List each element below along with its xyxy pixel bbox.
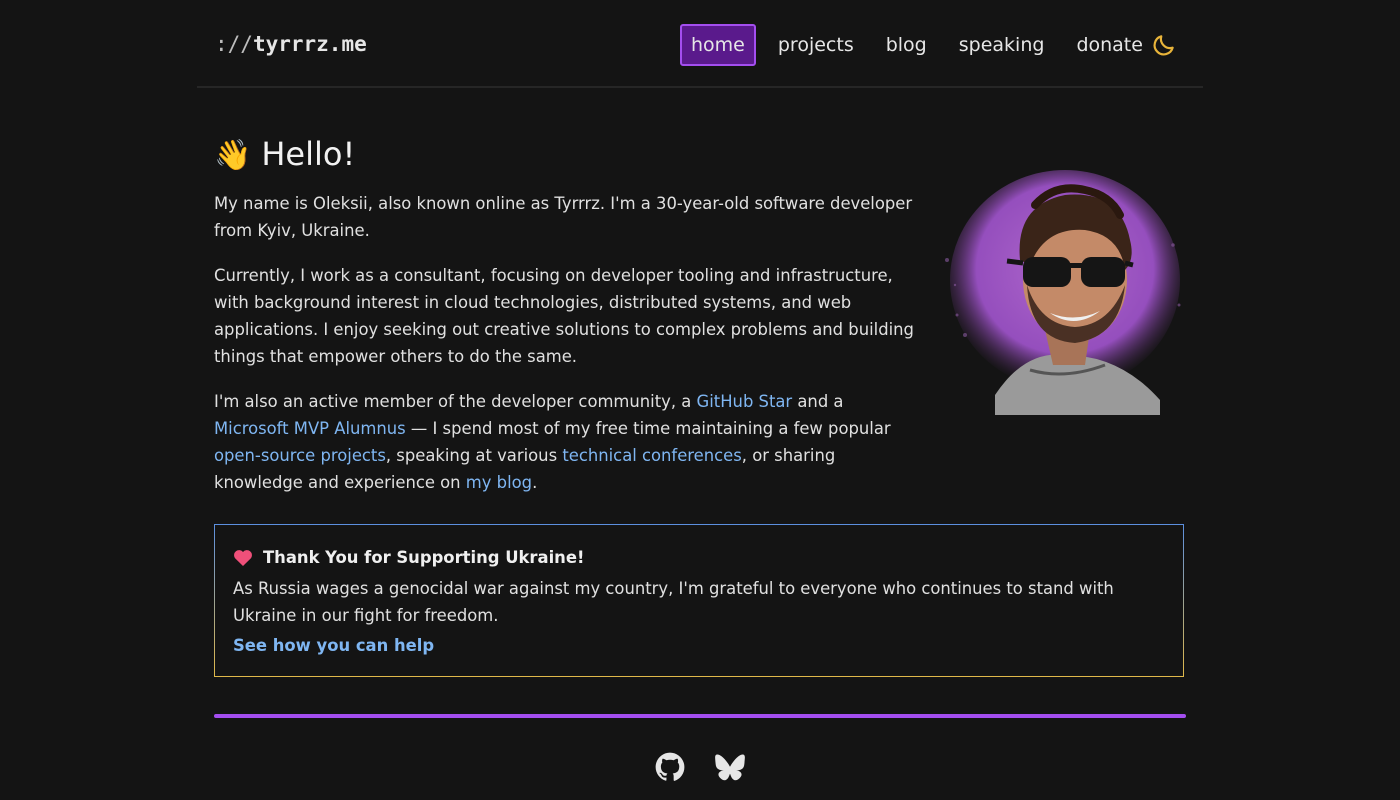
main-nav: home projects blog speaking donate [680, 23, 1165, 67]
support-title: Thank You for Supporting Ukraine! [233, 545, 1165, 571]
technical-conferences-link[interactable]: technical conferences [562, 446, 741, 465]
open-source-projects-link[interactable]: open-source projects [214, 446, 386, 465]
microsoft-mvp-link[interactable]: Microsoft MVP Alumnus [214, 419, 406, 438]
intro-paragraph-2: Currently, I work as a consultant, focus… [214, 266, 914, 366]
page: ://tyrrrz.me home projects blog speaking… [0, 0, 1400, 800]
github-star-link[interactable]: GitHub Star [697, 392, 793, 411]
see-how-to-help-link[interactable]: See how you can help [233, 633, 434, 659]
waving-hand-icon: 👋 [214, 138, 252, 173]
nav-speaking[interactable]: speaking [949, 25, 1055, 65]
nav-projects[interactable]: projects [768, 25, 864, 65]
heart-icon [233, 549, 253, 567]
github-link[interactable] [655, 752, 685, 782]
page-title-text: Hello! [261, 135, 356, 173]
text-segment: and a [792, 392, 844, 411]
text-segment: — I spend most of my free time maintaini… [405, 419, 891, 438]
text-segment: , speaking at various [385, 446, 563, 465]
support-title-text: Thank You for Supporting Ukraine! [263, 548, 585, 567]
moon-icon [1153, 35, 1174, 56]
support-text: As Russia wages a genocidal war against … [233, 579, 1114, 625]
footer-divider [214, 714, 1186, 718]
social-links [655, 752, 745, 782]
nav-home[interactable]: home [680, 24, 756, 66]
my-blog-link[interactable]: my blog [466, 473, 532, 492]
nav-blog[interactable]: blog [876, 25, 937, 65]
ukraine-support-box: Thank You for Supporting Ukraine! As Rus… [214, 524, 1184, 677]
theme-toggle-button[interactable] [1151, 32, 1177, 58]
avatar [935, 165, 1185, 420]
text-segment: I'm also an active member of the develop… [214, 392, 697, 411]
bluesky-icon [715, 754, 745, 781]
nav-donate[interactable]: donate [1066, 25, 1153, 65]
intro-paragraph-1: My name is Oleksii, also known online as… [214, 194, 913, 240]
intro-section: My name is Oleksii, also known online as… [214, 190, 914, 514]
text-segment: . [532, 473, 538, 492]
intro-paragraph-3: I'm also an active member of the develop… [214, 388, 914, 496]
logo-host: tyrrrz.me [252, 32, 367, 56]
site-logo[interactable]: ://tyrrrz.me [215, 32, 367, 56]
logo-protocol: :// [215, 32, 253, 56]
bluesky-link[interactable] [715, 752, 745, 782]
github-icon [655, 752, 685, 781]
page-title: 👋 Hello! [214, 130, 355, 180]
site-header: ://tyrrrz.me home projects blog speaking… [197, 0, 1203, 88]
